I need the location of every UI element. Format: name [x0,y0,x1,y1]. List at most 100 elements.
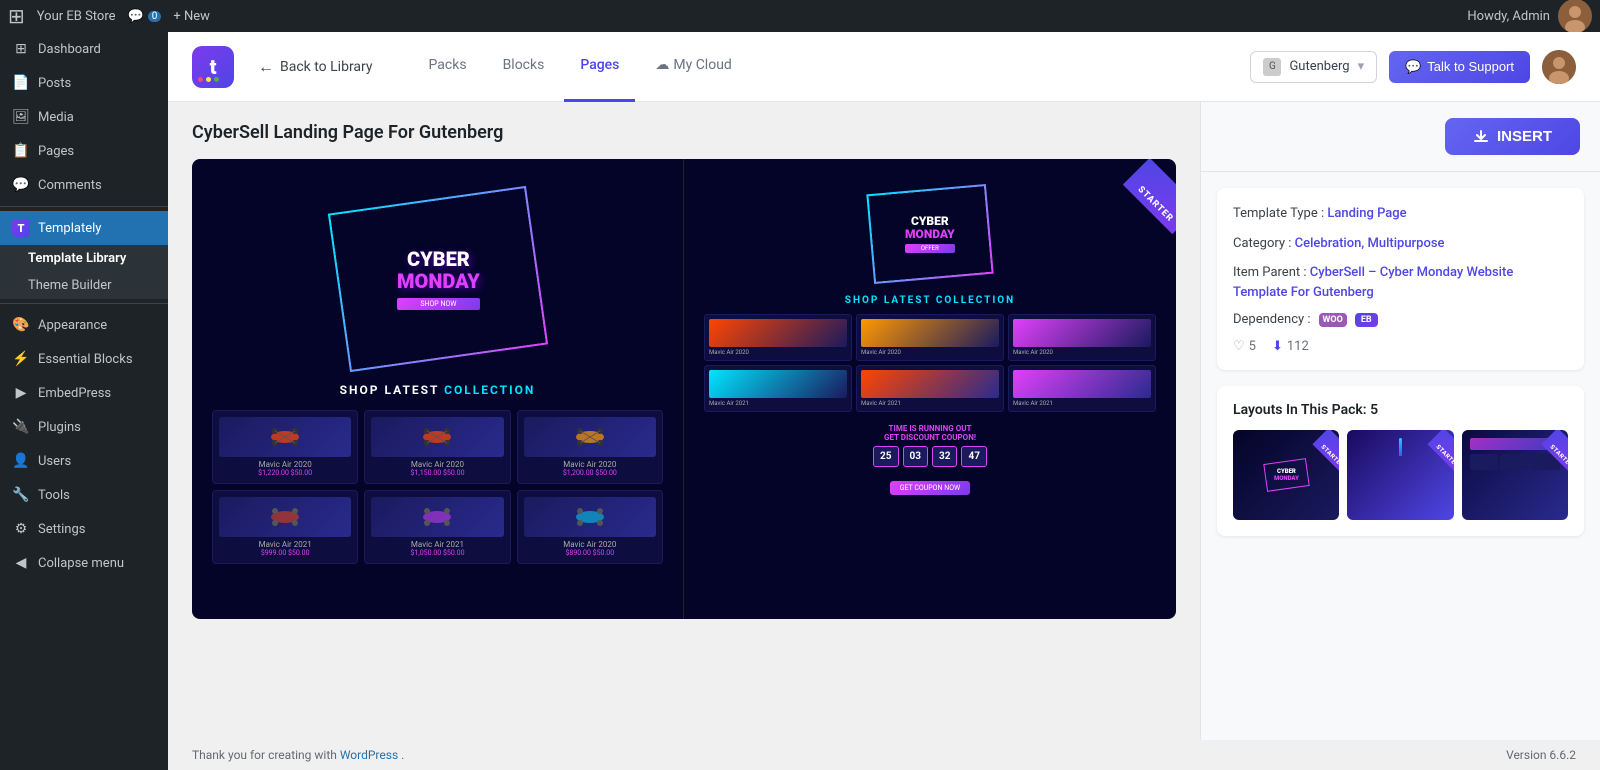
chevron-down-icon: ▾ [1358,59,1365,74]
embedpress-icon: ▶ [12,384,30,402]
tab-packs[interactable]: Packs [413,32,483,102]
sidebar-divider-2 [0,303,168,304]
shop-now-btn[interactable]: SHOP NOW [396,298,479,310]
dependency-row: Dependency : WOO EB [1233,312,1568,327]
drone-card-4: Mavic Air 2021 $999.00 $50.00 [212,490,358,564]
woocommerce-badge: WOO [1319,313,1347,327]
sidebar-item-collapse[interactable]: ◀ Collapse menu [0,546,168,580]
insert-button[interactable]: INSERT [1445,118,1580,155]
template-preview-area: CyberSell Landing Page For Gutenberg STA… [168,102,1200,740]
sidebar-item-users[interactable]: 👤 Users [0,444,168,478]
layouts-title: Layouts In This Pack: 5 [1233,402,1568,418]
download-count-icon: ⬇ [1272,339,1283,354]
sidebar-item-settings[interactable]: ⚙ Settings [0,512,168,546]
footer-bar: Thank you for creating with WordPress . … [168,740,1600,770]
sidebar-label-appearance: Appearance [38,318,107,333]
drone-img-6 [524,497,656,537]
countdown-seconds: 47 [961,446,986,467]
template-type-value: Landing Page [1327,206,1406,221]
pages-icon: 📋 [12,142,30,160]
template-preview-container: STARTER CYBER MONDAY SHOP NOW [192,159,1176,619]
sidebar-label-posts: Posts [38,76,71,91]
gutenberg-selector[interactable]: G Gutenberg ▾ [1250,51,1377,83]
drone-img-2 [371,417,503,457]
new-button[interactable]: + New [173,9,210,24]
version-text: Version 6.6.2 [1506,748,1576,762]
get-coupon-btn[interactable]: GET COUPON NOW [890,481,970,495]
insert-section: INSERT [1201,102,1600,172]
sidebar-item-embedpress[interactable]: ▶ EmbedPress [0,376,168,410]
sidebar-sub-menu: Template Library Theme Builder [0,245,168,299]
sidebar-sub-item-template-library[interactable]: Template Library [0,245,168,272]
header-right: G Gutenberg ▾ 💬 Talk to Support [1250,50,1576,84]
drone-img-4 [219,497,351,537]
wordpress-link[interactable]: WordPress [340,748,398,762]
sidebar-sub-item-theme-builder[interactable]: Theme Builder [0,272,168,299]
header-tabs: Packs Blocks Pages ☁ My Cloud [413,32,1227,102]
drone-sm-5: Mavic Air 2021 [856,365,1004,412]
stats-row: ♡ 5 ⬇ 112 [1233,339,1568,354]
plugin-header: t ← Back to Library Packs Blocks [168,32,1600,102]
comments-count[interactable]: 💬 0 [128,9,162,24]
back-arrow-icon: ← [258,57,274,77]
cyber-left-panel: CYBER MONDAY SHOP NOW SHOP LATEST COLLEC… [192,159,684,619]
drone-card-2: Mavic Air 2020 $1,150.00 $50.00 [364,410,510,484]
plugins-icon: 🔌 [12,418,30,436]
sidebar-item-plugins[interactable]: 🔌 Plugins [0,410,168,444]
sidebar-item-templately[interactable]: T Templately [0,211,168,245]
wp-logo-icon[interactable]: ⊞ [8,4,25,28]
howdy-text: Howdy, Admin [1467,9,1550,24]
user-avatar-header[interactable] [1542,50,1576,84]
tab-pages[interactable]: Pages [564,32,635,102]
sidebar-item-tools[interactable]: 🔧 Tools [0,478,168,512]
user-avatar[interactable] [1558,0,1592,33]
download-insert-icon [1473,129,1489,145]
sidebar-label-settings: Settings [38,522,85,537]
sidebar-label-media: Media [38,110,74,125]
sidebar-item-comments[interactable]: 💬 Comments [0,168,168,202]
site-name[interactable]: Your EB Store [37,9,116,24]
template-type-row: Template Type : Landing Page [1233,204,1568,224]
drone-card-1: Mavic Air 2020 $1,220.00 $50.00 [212,410,358,484]
essential-blocks-badge: EB [1355,313,1378,327]
likes-count: 5 [1249,339,1256,354]
sidebar-item-pages[interactable]: 📋 Pages [0,134,168,168]
countdown-hours: 03 [903,446,928,467]
starter-ribbon-container: STARTER [1086,159,1176,249]
essential-blocks-icon: ⚡ [12,350,30,368]
sidebar-item-essential-blocks[interactable]: ⚡ Essential Blocks [0,342,168,376]
gutenberg-label: Gutenberg [1289,59,1349,74]
countdown-days: 25 [873,446,898,467]
countdown-minutes: 32 [932,446,957,467]
drone-sm-4: Mavic Air 2021 [704,365,852,412]
sidebar-item-dashboard[interactable]: ⊞ Dashboard [0,32,168,66]
sidebar-item-appearance[interactable]: 🎨 Appearance [0,308,168,342]
comments-icon: 💬 [12,176,30,194]
tools-icon: 🔧 [12,486,30,504]
footer-text: Thank you for creating with WordPress . [192,748,404,762]
drone-grid-left-2: Mavic Air 2021 $999.00 $50.00 Mavic Air … [212,490,663,564]
back-to-library-button[interactable]: ← Back to Library [258,57,373,77]
layout-thumb-3[interactable]: STARTER [1462,430,1568,520]
sidebar-label-users: Users [38,454,71,469]
shop-collection-right: SHOP LATEST COLLECTION [704,295,1156,306]
drone-card-5: Mavic Air 2021 $1,050.00 $50.00 [364,490,510,564]
sidebar-item-posts[interactable]: 📄 Posts [0,66,168,100]
item-parent-row: Item Parent : CyberSell – Cyber Monday W… [1233,263,1568,302]
cyber-right-title-box: CYBER MONDAY OFFER [866,184,993,284]
tab-my-cloud[interactable]: ☁ My Cloud [639,32,747,102]
templately-icon: T [12,219,30,237]
downloads-count: 112 [1287,339,1309,354]
admin-right: Howdy, Admin [1467,0,1592,33]
right-panel: INSERT Template Type : Landing Page Cate… [1200,102,1600,740]
dashboard-icon: ⊞ [12,40,30,58]
layout-thumb-1[interactable]: STARTER CYBER MONDAY [1233,430,1339,520]
collapse-icon: ◀ [12,554,30,572]
layout-thumb-2[interactable]: STARTER [1347,430,1453,520]
sidebar-item-media[interactable]: 🖼 Media [0,100,168,134]
cloud-icon: ☁ [655,57,669,73]
tab-blocks[interactable]: Blocks [487,32,561,102]
talk-support-button[interactable]: 💬 Talk to Support [1389,51,1530,83]
category-row: Category : Celebration, Multipurpose [1233,234,1568,254]
chat-icon: 💬 [1405,59,1421,75]
